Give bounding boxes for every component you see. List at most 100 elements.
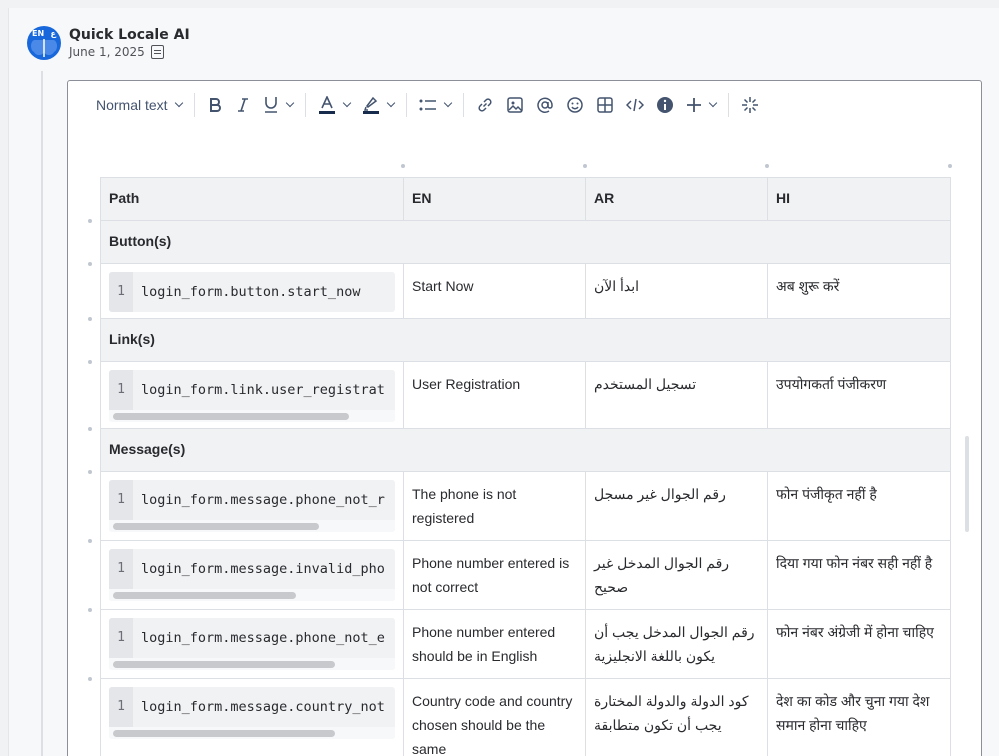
- code-text[interactable]: login_form.message.invalid_pho: [133, 557, 395, 581]
- path-cell[interactable]: 1 login_form.link.user_registrat: [100, 361, 404, 429]
- code-scrollbar-thumb[interactable]: [113, 661, 335, 668]
- page-scrollbar[interactable]: [965, 436, 969, 532]
- path-cell[interactable]: 1 login_form.message.country_not: [100, 678, 404, 756]
- code-block[interactable]: 1 login_form.message.country_not: [109, 687, 395, 739]
- en-cell[interactable]: User Registration: [403, 361, 586, 429]
- en-cell[interactable]: The phone is not registered: [403, 471, 586, 541]
- row-handle[interactable]: [88, 538, 92, 543]
- mention-button[interactable]: [530, 89, 560, 121]
- code-scrollbar[interactable]: [109, 410, 395, 422]
- header-ar[interactable]: AR: [585, 177, 768, 221]
- code-scrollbar-thumb[interactable]: [113, 592, 296, 599]
- list-button[interactable]: [413, 89, 457, 121]
- code-icon: [625, 98, 644, 112]
- line-number: 1: [109, 480, 133, 520]
- row-handle[interactable]: [88, 359, 92, 364]
- en-cell[interactable]: Country code and country chosen should b…: [403, 678, 586, 756]
- page-icon[interactable]: [150, 45, 164, 59]
- line-number: 1: [109, 618, 133, 658]
- ar-cell[interactable]: رقم الجوال المدخل يجب أن يكون باللغة الا…: [585, 609, 768, 679]
- code-scrollbar[interactable]: [109, 727, 395, 739]
- code-scrollbar[interactable]: [109, 520, 395, 532]
- code-block[interactable]: 1 login_form.message.phone_not_e: [109, 618, 395, 670]
- link-button[interactable]: [470, 89, 500, 121]
- toolbar-divider: [304, 93, 306, 117]
- code-text[interactable]: login_form.message.phone_not_r: [133, 488, 395, 512]
- code-scrollbar-thumb[interactable]: [113, 523, 319, 530]
- ar-cell[interactable]: ابدأ الآن: [585, 263, 768, 319]
- code-block[interactable]: 1 login_form.message.phone_not_r: [109, 480, 395, 532]
- italic-button[interactable]: [229, 89, 257, 121]
- code-text[interactable]: login_form.message.phone_not_e: [133, 626, 395, 650]
- code-text[interactable]: login_form.button.start_now: [133, 280, 395, 304]
- code-scrollbar-thumb[interactable]: [113, 730, 335, 737]
- code-scrollbar[interactable]: [109, 589, 395, 601]
- header-en[interactable]: EN: [403, 177, 586, 221]
- highlight-button[interactable]: [356, 89, 400, 121]
- table-row: 1 login_form.button.start_now Start Now ابد…: [100, 263, 951, 319]
- group-title[interactable]: Button(s): [100, 220, 951, 264]
- hi-cell[interactable]: दिया गया फोन नंबर सही नहीं है: [767, 540, 951, 610]
- group-title[interactable]: Message(s): [100, 428, 951, 472]
- underline-button[interactable]: [257, 89, 299, 121]
- text-color-button[interactable]: [312, 89, 356, 121]
- code-text[interactable]: login_form.link.user_registrat: [133, 378, 395, 402]
- thread-line: [41, 71, 43, 756]
- path-cell[interactable]: 1 login_form.message.phone_not_r: [100, 471, 404, 541]
- code-button[interactable]: [620, 89, 650, 121]
- row-handle[interactable]: [88, 607, 92, 612]
- app-name[interactable]: Quick Locale AI: [69, 26, 190, 44]
- code-block[interactable]: 1 login_form.message.invalid_pho: [109, 549, 395, 601]
- hi-cell[interactable]: उपयोगकर्ता पंजीकरण: [767, 361, 951, 429]
- en-cell[interactable]: Start Now: [403, 263, 586, 319]
- code-scrollbar-thumb[interactable]: [113, 413, 349, 420]
- row-handle[interactable]: [88, 676, 92, 681]
- row-handle[interactable]: [88, 426, 92, 431]
- emoji-button[interactable]: [560, 89, 590, 121]
- code-scrollbar[interactable]: [109, 658, 395, 670]
- table-button[interactable]: [590, 89, 620, 121]
- code-block[interactable]: 1 login_form.link.user_registrat: [109, 370, 395, 422]
- image-button[interactable]: [500, 89, 530, 121]
- code-block[interactable]: 1 login_form.button.start_now: [109, 272, 395, 312]
- hi-cell[interactable]: फोन पंजीकृत नहीं है: [767, 471, 951, 541]
- bold-button[interactable]: [201, 89, 229, 121]
- ai-sparkle-icon: [741, 97, 758, 113]
- hi-cell[interactable]: अब शुरू करें: [767, 263, 951, 319]
- code-text[interactable]: login_form.message.country_not: [133, 695, 395, 719]
- row-handle[interactable]: [88, 218, 92, 223]
- app-header: EN ع Quick Locale AI June 1, 2025: [27, 26, 190, 60]
- italic-icon: [237, 98, 248, 112]
- ar-cell[interactable]: تسجيل المستخدم: [585, 361, 768, 429]
- hi-cell[interactable]: फोन नंबर अंग्रेजी में होना चाहिए: [767, 609, 951, 679]
- header-path[interactable]: Path: [100, 177, 404, 221]
- ar-cell[interactable]: كود الدولة والدولة المختارة يجب أن تكون …: [585, 678, 768, 756]
- en-cell[interactable]: Phone number entered should be in Englis…: [403, 609, 586, 679]
- hi-cell[interactable]: देश का कोड और चुना गया देश समान होना चाह…: [767, 678, 951, 756]
- ar-cell[interactable]: رقم الجوال المدخل غير صحيح: [585, 540, 768, 610]
- header-hi[interactable]: HI: [767, 177, 951, 221]
- column-handle[interactable]: [401, 164, 405, 168]
- code-line: 1 login_form.message.country_not: [109, 687, 395, 727]
- ai-button[interactable]: [735, 89, 765, 121]
- path-cell[interactable]: 1 login_form.message.phone_not_e: [100, 609, 404, 679]
- column-handle[interactable]: [583, 164, 587, 168]
- text-style-dropdown[interactable]: Normal text: [90, 89, 188, 121]
- code-line: 1 login_form.message.invalid_pho: [109, 549, 395, 589]
- column-handle[interactable]: [765, 164, 769, 168]
- line-number: 1: [109, 370, 133, 410]
- row-handle[interactable]: [88, 469, 92, 474]
- path-cell[interactable]: 1 login_form.button.start_now: [100, 263, 404, 319]
- path-cell[interactable]: 1 login_form.message.invalid_pho: [100, 540, 404, 610]
- en-cell[interactable]: Phone number entered is not correct: [403, 540, 586, 610]
- row-handle[interactable]: [88, 316, 92, 321]
- info-panel-button[interactable]: [650, 89, 680, 121]
- row-handle[interactable]: [88, 261, 92, 266]
- toolbar-divider: [193, 93, 195, 117]
- insert-button[interactable]: [680, 89, 722, 121]
- ar-cell[interactable]: رقم الجوال غير مسجل: [585, 471, 768, 541]
- group-title[interactable]: Link(s): [100, 318, 951, 362]
- column-handle[interactable]: [948, 164, 952, 168]
- chevron-down-icon: [342, 98, 351, 108]
- chevron-down-icon: [708, 98, 717, 108]
